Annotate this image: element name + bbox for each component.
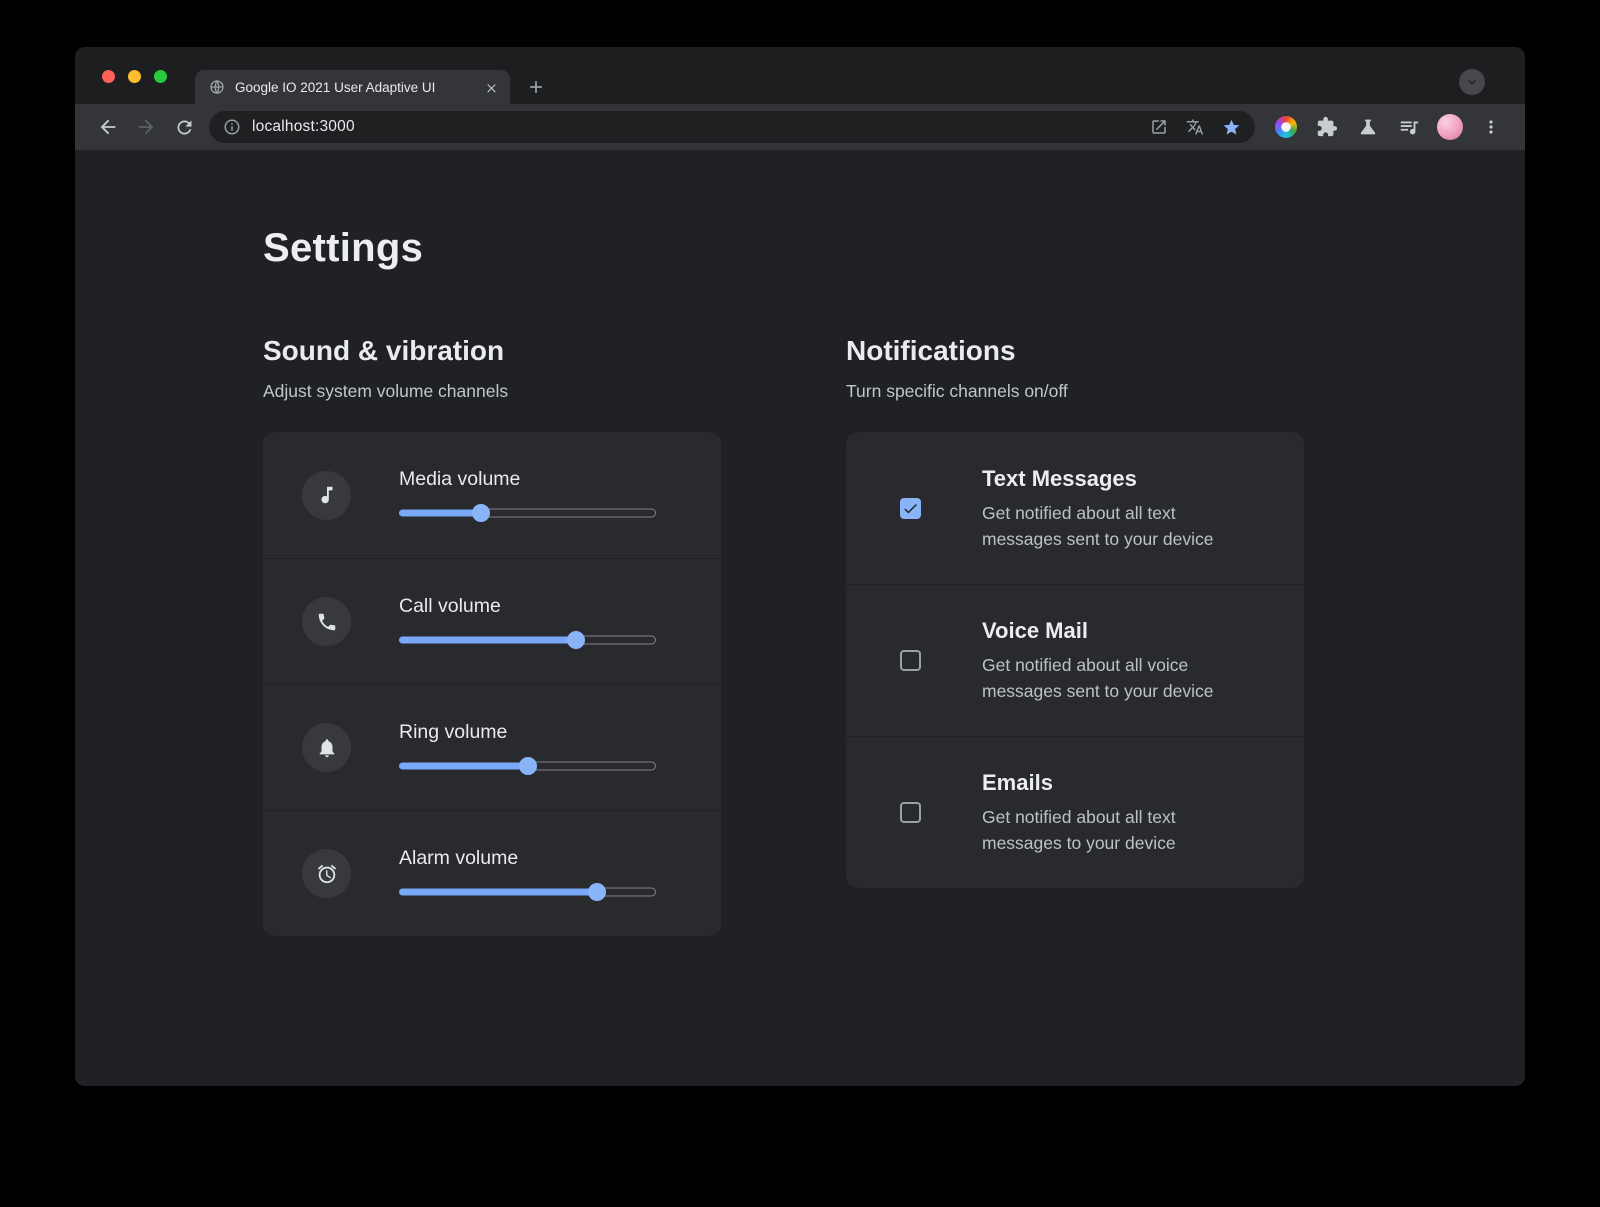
call-volume-row: Call volume xyxy=(263,558,721,684)
browser-tab[interactable]: Google IO 2021 User Adaptive UI xyxy=(195,70,510,104)
back-button[interactable] xyxy=(89,108,127,146)
tab-strip: Google IO 2021 User Adaptive UI xyxy=(75,47,1525,104)
slider-thumb[interactable] xyxy=(588,883,606,901)
zoom-window-button[interactable] xyxy=(154,70,167,83)
extensions-puzzle-icon[interactable] xyxy=(1306,107,1347,147)
forward-button[interactable] xyxy=(127,108,165,146)
alarm-volume-slider[interactable] xyxy=(399,883,656,901)
voice-mail-checkbox[interactable] xyxy=(900,650,921,671)
url-text[interactable]: localhost:3000 xyxy=(252,118,355,136)
toolbar-extensions xyxy=(1265,107,1511,147)
profile-avatar[interactable] xyxy=(1429,107,1470,147)
notifications-card: Text Messages Get notified about all tex… xyxy=(846,432,1304,888)
text-messages-title: Text Messages xyxy=(982,465,1246,492)
tab-title: Google IO 2021 User Adaptive UI xyxy=(235,80,476,95)
slider-track xyxy=(528,761,657,770)
reload-button[interactable] xyxy=(165,108,203,146)
voice-mail-description: Get notified about all voice messages se… xyxy=(982,652,1246,704)
playlist-icon[interactable] xyxy=(1388,107,1429,147)
tab-close-icon[interactable] xyxy=(482,78,500,96)
voice-mail-row: Voice Mail Get notified about all voice … xyxy=(846,584,1304,736)
sound-card: Media volume Ca xyxy=(263,432,721,936)
ring-volume-label: Ring volume xyxy=(399,721,721,744)
sound-heading: Sound & vibration xyxy=(263,334,721,368)
text-messages-row: Text Messages Get notified about all tex… xyxy=(846,432,1304,584)
media-volume-label: Media volume xyxy=(399,468,721,491)
emails-description: Get notified about all text messages to … xyxy=(982,804,1246,856)
alarm-volume-label: Alarm volume xyxy=(399,847,721,870)
voice-mail-title: Voice Mail xyxy=(982,617,1246,644)
slider-track xyxy=(481,509,656,518)
tab-search-button[interactable] xyxy=(1459,69,1485,95)
kebab-menu-icon[interactable] xyxy=(1470,107,1511,147)
media-volume-row: Media volume xyxy=(263,432,721,558)
ring-volume-slider[interactable] xyxy=(399,757,656,775)
color-wheel-icon[interactable] xyxy=(1265,107,1306,147)
globe-favicon-icon xyxy=(209,79,225,95)
alarm-clock-icon xyxy=(302,849,351,898)
page-title: Settings xyxy=(263,224,1525,272)
sound-section: Sound & vibration Adjust system volume c… xyxy=(263,334,721,936)
labs-flask-icon[interactable] xyxy=(1347,107,1388,147)
sound-subheading: Adjust system volume channels xyxy=(263,380,721,402)
slider-fill xyxy=(399,762,528,769)
browser-window: Google IO 2021 User Adaptive UI xyxy=(75,47,1525,1086)
slider-fill xyxy=(399,510,481,517)
window-controls xyxy=(102,70,167,83)
slider-fill xyxy=(399,888,597,895)
slider-track xyxy=(576,635,656,644)
slider-thumb[interactable] xyxy=(567,631,585,649)
notifications-section: Notifications Turn specific channels on/… xyxy=(846,334,1304,936)
ring-volume-row: Ring volume xyxy=(263,684,721,810)
new-tab-button[interactable] xyxy=(521,72,551,102)
notifications-subheading: Turn specific channels on/off xyxy=(846,380,1304,402)
notifications-heading: Notifications xyxy=(846,334,1304,368)
emails-title: Emails xyxy=(982,769,1246,796)
phone-icon xyxy=(302,597,351,646)
text-messages-description: Get notified about all text messages sen… xyxy=(982,500,1246,552)
emails-checkbox[interactable] xyxy=(900,802,921,823)
slider-thumb[interactable] xyxy=(472,504,490,522)
emails-row: Emails Get notified about all text messa… xyxy=(846,736,1304,888)
bell-icon xyxy=(302,723,351,772)
page-info-icon[interactable] xyxy=(223,118,241,136)
browser-toolbar: localhost:3000 xyxy=(75,104,1525,150)
slider-thumb[interactable] xyxy=(519,757,537,775)
text-messages-checkbox[interactable] xyxy=(900,498,921,519)
call-volume-slider[interactable] xyxy=(399,631,656,649)
alarm-volume-row: Alarm volume xyxy=(263,810,721,936)
minimize-window-button[interactable] xyxy=(128,70,141,83)
call-volume-label: Call volume xyxy=(399,595,721,618)
close-window-button[interactable] xyxy=(102,70,115,83)
translate-icon[interactable] xyxy=(1186,118,1204,136)
page-content: Settings Sound & vibration Adjust system… xyxy=(75,150,1525,1086)
bookmark-star-icon[interactable] xyxy=(1222,118,1241,137)
address-bar[interactable]: localhost:3000 xyxy=(209,111,1255,143)
music-note-icon xyxy=(302,471,351,520)
open-in-new-icon[interactable] xyxy=(1150,118,1168,136)
slider-fill xyxy=(399,636,576,643)
media-volume-slider[interactable] xyxy=(399,504,656,522)
